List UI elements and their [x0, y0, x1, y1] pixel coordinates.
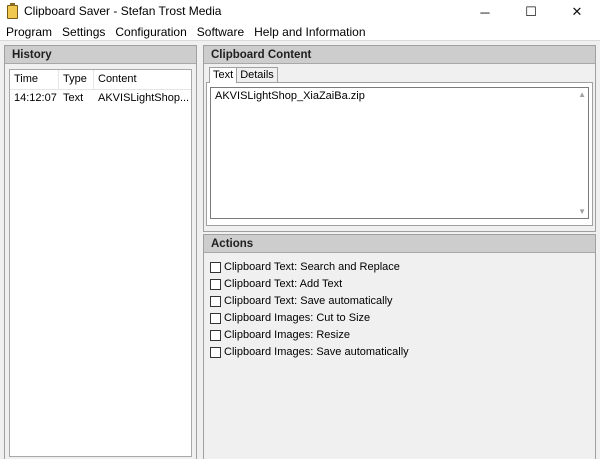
checkbox[interactable]: [210, 329, 221, 341]
checkbox[interactable]: [210, 312, 221, 324]
history-row[interactable]: 14:12:07 Text AKVISLightShop...: [10, 90, 191, 107]
history-panel: History Time Type Content 14:12:07 Text …: [4, 45, 197, 459]
content-tabs: Text Details: [209, 67, 278, 83]
action-text-save-auto[interactable]: Clipboard Text: Save automatically: [210, 293, 393, 309]
history-list[interactable]: Time Type Content 14:12:07 Text AKVISLig…: [9, 69, 192, 457]
menu-software[interactable]: Software: [192, 24, 249, 40]
tab-body: AKVISLightShop_XiaZaiBa.zip ▲ ▼: [206, 82, 593, 226]
action-label: Clipboard Images: Cut to Size: [224, 312, 371, 324]
window-title: Clipboard Saver - Stefan Trost Media: [24, 4, 222, 18]
action-cut-to-size[interactable]: Clipboard Images: Cut to Size: [210, 310, 370, 326]
history-cell-content: AKVISLightShop...: [98, 92, 190, 104]
action-label: Clipboard Text: Add Text: [224, 278, 343, 290]
history-cell-time: 14:12:07: [14, 92, 57, 104]
client-area: History Time Type Content 14:12:07 Text …: [0, 40, 600, 459]
checkbox[interactable]: [210, 346, 221, 358]
checkbox[interactable]: [210, 295, 221, 307]
history-list-header: Time Type Content: [10, 70, 191, 90]
checkbox[interactable]: [210, 261, 221, 273]
action-resize[interactable]: Clipboard Images: Resize: [210, 327, 350, 343]
checkbox[interactable]: [210, 278, 221, 290]
actions-title: Actions: [204, 235, 595, 253]
action-images-save-auto[interactable]: Clipboard Images: Save automatically: [210, 344, 409, 360]
clipboard-text-area[interactable]: AKVISLightShop_XiaZaiBa.zip ▲ ▼: [210, 87, 589, 219]
action-search-replace[interactable]: Clipboard Text: Search and Replace: [210, 259, 400, 275]
menu-program[interactable]: Program: [0, 24, 57, 40]
menu-configuration[interactable]: Configuration: [110, 24, 191, 40]
menu-bar: Program Settings Configuration Software …: [0, 24, 600, 40]
minimize-button[interactable]: ─: [462, 0, 508, 24]
action-add-text[interactable]: Clipboard Text: Add Text: [210, 276, 342, 292]
clipboard-content-title: Clipboard Content: [204, 46, 595, 64]
clipboard-content-panel: Clipboard Content Text Details AKVISLigh…: [203, 45, 596, 232]
action-label: Clipboard Text: Search and Replace: [224, 261, 400, 273]
column-header-type[interactable]: Type: [59, 70, 94, 89]
close-button[interactable]: ✕: [554, 0, 600, 24]
title-bar[interactable]: Clipboard Saver - Stefan Trost Media ─ ☐…: [0, 0, 600, 24]
scroll-up-icon[interactable]: ▲: [578, 90, 586, 99]
clipboard-text: AKVISLightShop_XiaZaiBa.zip: [215, 90, 365, 102]
column-header-time[interactable]: Time: [10, 70, 59, 89]
scroll-down-icon[interactable]: ▼: [578, 207, 586, 216]
action-label: Clipboard Text: Save automatically: [224, 295, 393, 307]
clipboard-icon: [7, 3, 18, 19]
column-header-content[interactable]: Content: [94, 70, 191, 89]
history-cell-type: Text: [63, 92, 84, 104]
maximize-button[interactable]: ☐: [508, 0, 554, 24]
tab-details[interactable]: Details: [236, 67, 278, 83]
history-title: History: [5, 46, 196, 64]
action-label: Clipboard Images: Resize: [224, 329, 350, 341]
action-label: Clipboard Images: Save automatically: [224, 346, 409, 358]
actions-panel: Actions Clipboard Text: Search and Repla…: [203, 234, 596, 459]
tab-text[interactable]: Text: [209, 67, 238, 83]
menu-help[interactable]: Help and Information: [249, 24, 370, 40]
menu-settings[interactable]: Settings: [57, 24, 110, 40]
